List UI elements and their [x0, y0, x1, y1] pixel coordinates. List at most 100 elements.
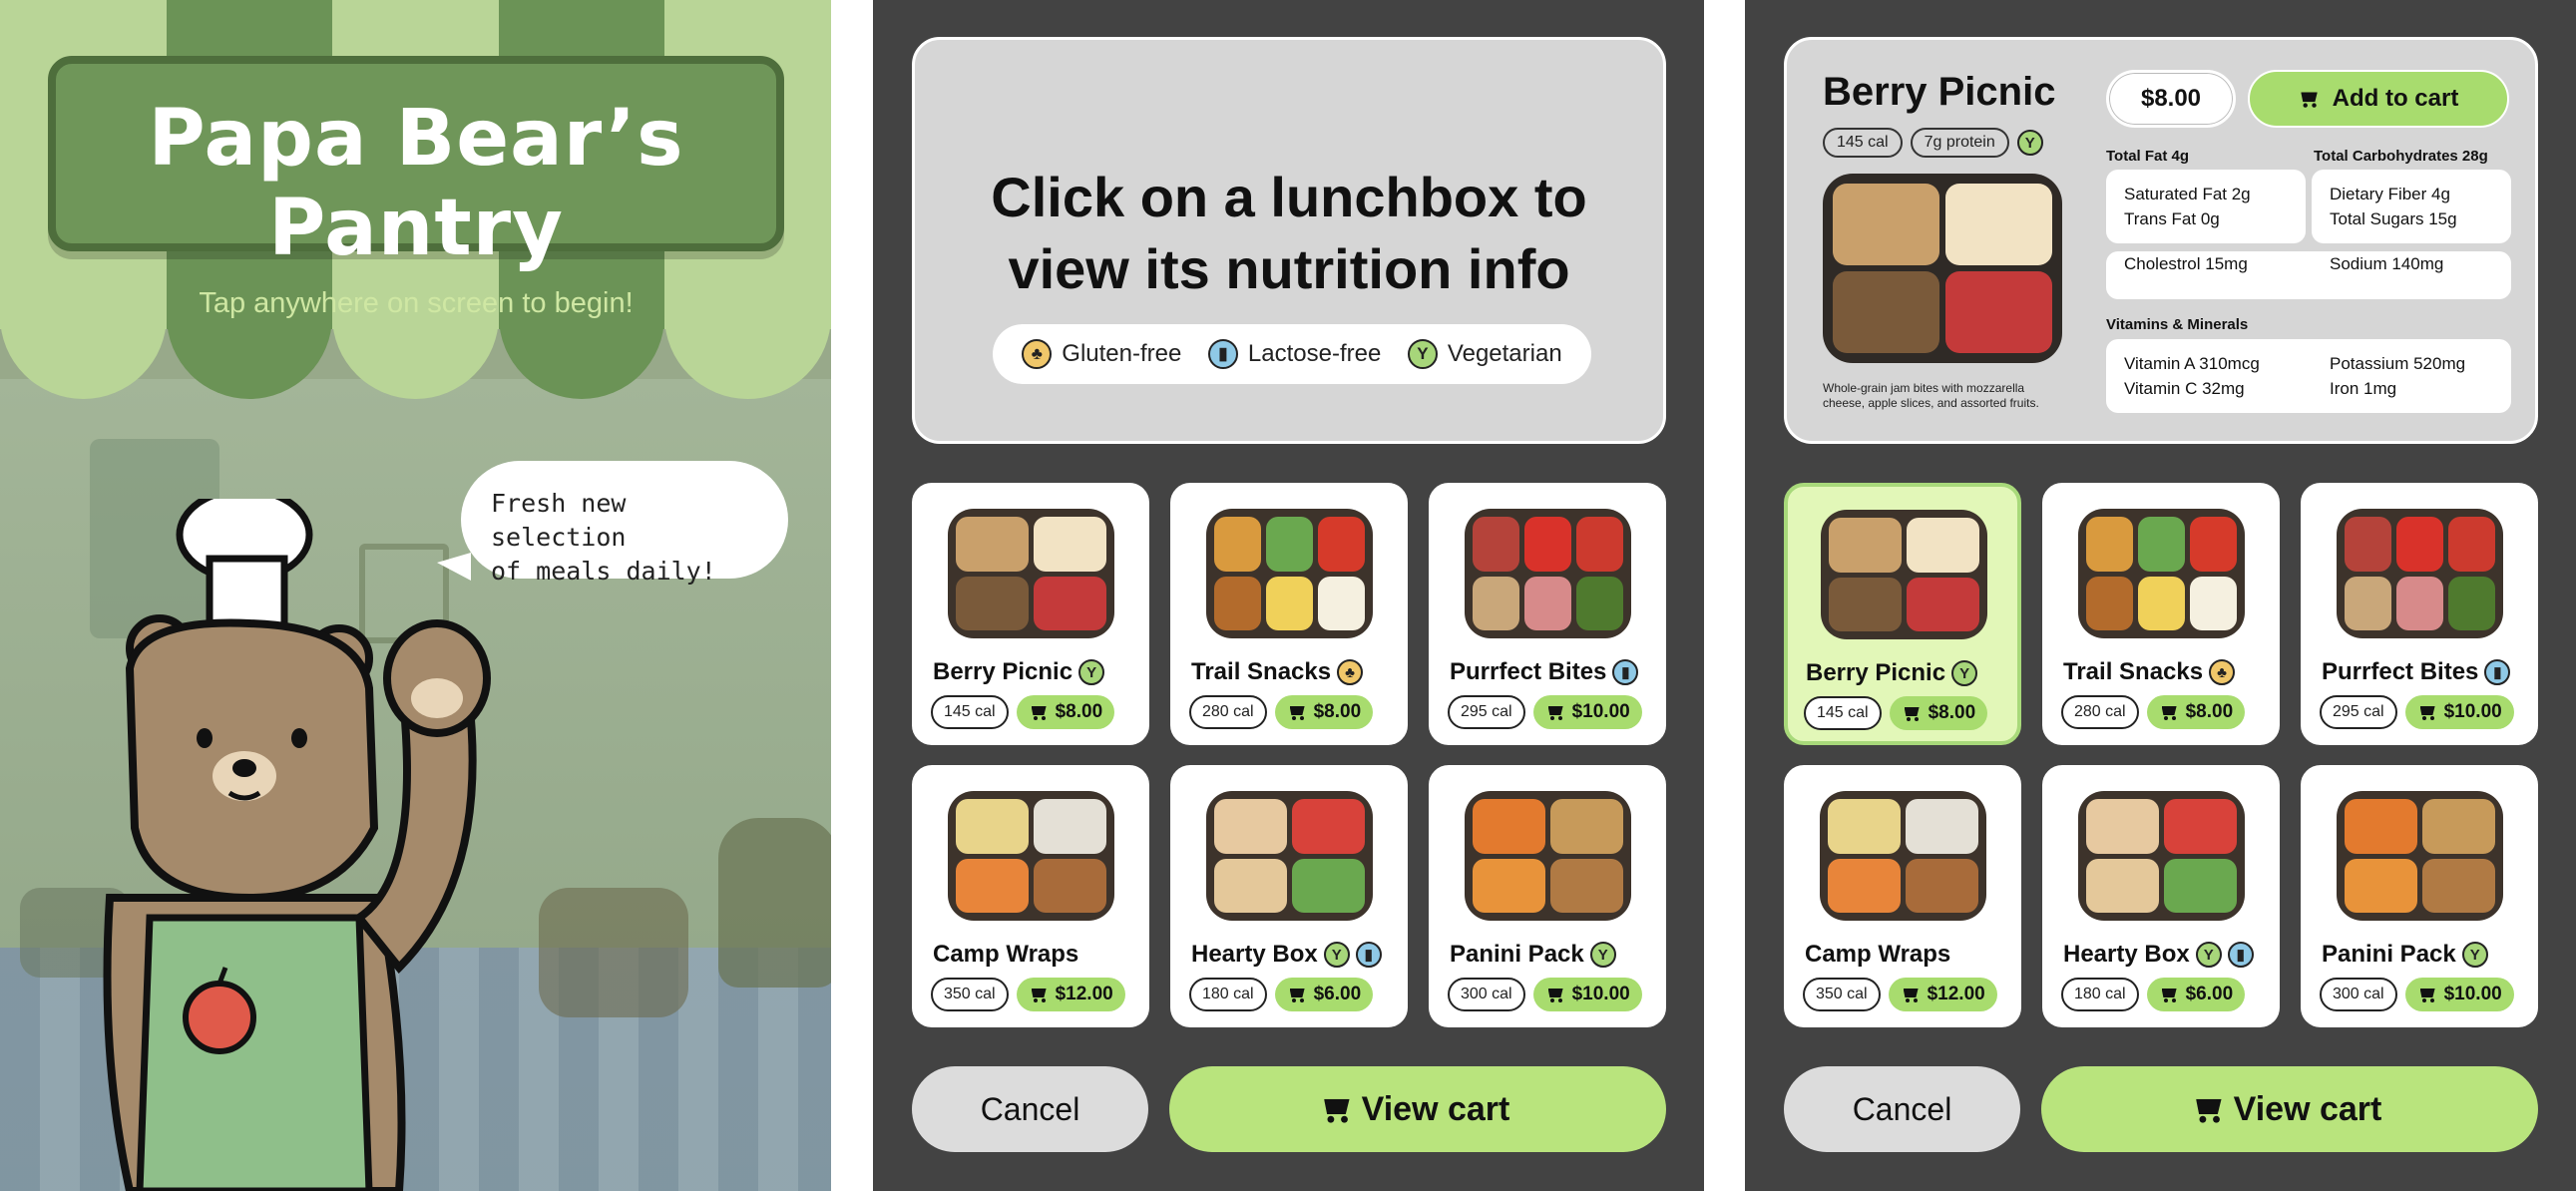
cart-icon	[1902, 705, 1922, 721]
legend-label: Gluten-free	[1062, 340, 1182, 367]
cart-icon	[2298, 90, 2320, 108]
detail-caption: Whole-grain jam bites with mozzarella ch…	[1823, 381, 2039, 410]
view-cart-button[interactable]: View cart	[1169, 1066, 1666, 1152]
legend-lactose-free: ▮ Lactose-free	[1207, 339, 1382, 369]
instruction-line-1: Click on a lunchbox to	[991, 166, 1587, 228]
cart-icon	[1545, 987, 1565, 1002]
lunchbox-title: Berry Picnic Y	[933, 658, 1105, 686]
lunchbox-title: Hearty Box Y ▮	[1191, 941, 1382, 969]
cart-icon	[1287, 704, 1307, 720]
add-to-cart-price-button[interactable]: $10.00	[1532, 978, 1642, 1011]
legend-gluten-free: ♣ Gluten-free	[1022, 339, 1181, 369]
lunchbox-photo	[948, 509, 1114, 638]
calorie-badge: 280 cal	[2061, 695, 2139, 729]
lunchbox-grid: Berry Picnic Y 145 cal $8.00 Trail Snacks ♣…	[912, 483, 1666, 1027]
instruction-text: Click on a lunchbox to view its nutritio…	[915, 162, 1663, 305]
cart-icon	[1545, 704, 1565, 720]
lunchbox-card-hearty-box[interactable]: Hearty Box Y ▮ 180 cal $6.00	[2042, 765, 2280, 1027]
wheat-icon: ♣	[1022, 339, 1053, 369]
speech-line-1: Fresh new selection	[491, 489, 627, 552]
lunchbox-card-camp-wraps[interactable]: Camp Wraps 350 cal $12.00	[912, 765, 1149, 1027]
lunchbox-photo	[2078, 509, 2245, 638]
lunchbox-title: Panini Pack Y	[2322, 941, 2488, 969]
lunchbox-title: Trail Snacks ♣	[2063, 658, 2236, 686]
welcome-screen[interactable]: Papa Bear’s Pantry Tap anywhere on scree…	[0, 0, 831, 1191]
add-to-cart-button[interactable]: Add to cart	[2248, 70, 2509, 128]
speech-line-2: of meals daily!	[491, 557, 716, 586]
lunchbox-title: Panini Pack Y	[1450, 941, 1616, 969]
lunchbox-photo	[1206, 509, 1373, 638]
cart-icon	[1029, 987, 1049, 1002]
lunchbox-card-purrfect-bites[interactable]: Purrfect Bites ▮ 295 cal $10.00	[1429, 483, 1666, 745]
lunchbox-title: Berry Picnic Y	[1806, 659, 1978, 687]
leaf-icon: Y	[2461, 942, 2488, 968]
app-title: Papa Bear’s Pantry	[148, 94, 684, 273]
lunchbox-card-camp-wraps[interactable]: Camp Wraps 350 cal $12.00	[1784, 765, 2021, 1027]
milk-icon: ▮	[1207, 339, 1238, 369]
cancel-button[interactable]: Cancel	[912, 1066, 1148, 1152]
lunchbox-card-hearty-box[interactable]: Hearty Box Y ▮ 180 cal $6.00	[1170, 765, 1408, 1027]
dietary-legend: ♣ Gluten-free ▮ Lactose-free Y Vegetaria…	[993, 324, 1591, 384]
calorie-badge: 350 cal	[931, 978, 1009, 1011]
calorie-badge: 295 cal	[2320, 695, 2397, 729]
speech-bubble: Fresh new selection of meals daily!	[437, 461, 788, 586]
add-to-cart-price-button[interactable]: $12.00	[1016, 978, 1125, 1011]
calorie-badge: 180 cal	[2061, 978, 2139, 1011]
lunchbox-card-purrfect-bites[interactable]: Purrfect Bites ▮ 295 cal $10.00	[2301, 483, 2538, 745]
lunchbox-card-panini-pack[interactable]: Panini Pack Y 300 cal $10.00	[2301, 765, 2538, 1027]
tap-to-begin-text[interactable]: Tap anywhere on screen to begin!	[56, 287, 776, 320]
lunchbox-title: Purrfect Bites ▮	[2322, 658, 2511, 686]
lunchbox-photo	[948, 791, 1114, 921]
add-to-cart-price-button[interactable]: $6.00	[2146, 978, 2246, 1011]
cart-icon	[2417, 704, 2437, 720]
calorie-badge: 280 cal	[1189, 695, 1267, 729]
welcome-sign: Papa Bear’s Pantry Tap anywhere on scree…	[48, 56, 784, 319]
lunchbox-card-trail-snacks[interactable]: Trail Snacks ♣ 280 cal $8.00	[1170, 483, 1408, 745]
calorie-pill: 145 cal	[1823, 128, 1903, 158]
total-carbs-heading: Total Carbohydrates 28g	[2314, 148, 2488, 165]
leaf-icon: Y	[1589, 942, 1616, 968]
leaf-icon: Y	[1323, 942, 1350, 968]
milk-icon: ▮	[2484, 659, 2511, 685]
add-to-cart-price-button[interactable]: $8.00	[1016, 695, 1115, 729]
add-to-cart-price-button[interactable]: $8.00	[1889, 696, 1988, 730]
add-to-cart-price-button[interactable]: $6.00	[1274, 978, 1374, 1011]
cart-icon	[1901, 987, 1921, 1002]
total-fat-heading: Total Fat 4g	[2106, 148, 2190, 165]
milk-icon: ▮	[1355, 942, 1382, 968]
lunchbox-title: Trail Snacks ♣	[1191, 658, 1364, 686]
lunchbox-photo	[1465, 509, 1631, 638]
lunchbox-card-berry-picnic[interactable]: Berry Picnic Y 145 cal $8.00	[912, 483, 1149, 745]
menu-screen: Click on a lunchbox to view its nutritio…	[873, 0, 1704, 1191]
cart-icon	[2159, 987, 2179, 1002]
nutrition-detail-card: Berry Picnic 145 cal 7g protein Y Whole-…	[1784, 37, 2538, 444]
milk-icon: ▮	[2227, 942, 2254, 968]
legend-label: Lactose-free	[1247, 340, 1382, 367]
lunchbox-card-trail-snacks[interactable]: Trail Snacks ♣ 280 cal $8.00	[2042, 483, 2280, 745]
sodium: Sodium 140mg	[2330, 254, 2444, 273]
add-to-cart-price-button[interactable]: $8.00	[1274, 695, 1374, 729]
cancel-button[interactable]: Cancel	[1784, 1066, 2020, 1152]
iron: Iron 1mg	[2330, 379, 2397, 398]
view-cart-button[interactable]: View cart	[2041, 1066, 2538, 1152]
add-to-cart-price-button[interactable]: $10.00	[2404, 978, 2514, 1011]
vitamin-c: Vitamin C 32mg	[2124, 379, 2245, 398]
calorie-badge: 300 cal	[1448, 978, 1525, 1011]
detail-title: Berry Picnic	[1823, 70, 2056, 114]
add-to-cart-price-button[interactable]: $10.00	[1532, 695, 1642, 729]
add-to-cart-price-button[interactable]: $8.00	[2146, 695, 2246, 729]
lunchbox-card-panini-pack[interactable]: Panini Pack Y 300 cal $10.00	[1429, 765, 1666, 1027]
add-to-cart-price-button[interactable]: $12.00	[1888, 978, 1997, 1011]
lunchbox-title: Hearty Box Y ▮	[2063, 941, 2254, 969]
trans-fat: Trans Fat 0g	[2124, 209, 2220, 228]
lunchbox-photo	[1465, 791, 1631, 921]
calorie-badge: 180 cal	[1189, 978, 1267, 1011]
add-to-cart-price-button[interactable]: $10.00	[2404, 695, 2514, 729]
leaf-icon: Y	[1078, 659, 1105, 685]
lunchbox-photo	[2078, 791, 2245, 921]
milk-icon: ▮	[1612, 659, 1639, 685]
saturated-fat: Saturated Fat 2g	[2124, 185, 2251, 203]
lunchbox-card-berry-picnic[interactable]: Berry Picnic Y 145 cal $8.00	[1784, 483, 2021, 745]
vitamin-a: Vitamin A 310mcg	[2124, 354, 2260, 373]
calorie-badge: 145 cal	[1804, 696, 1882, 730]
